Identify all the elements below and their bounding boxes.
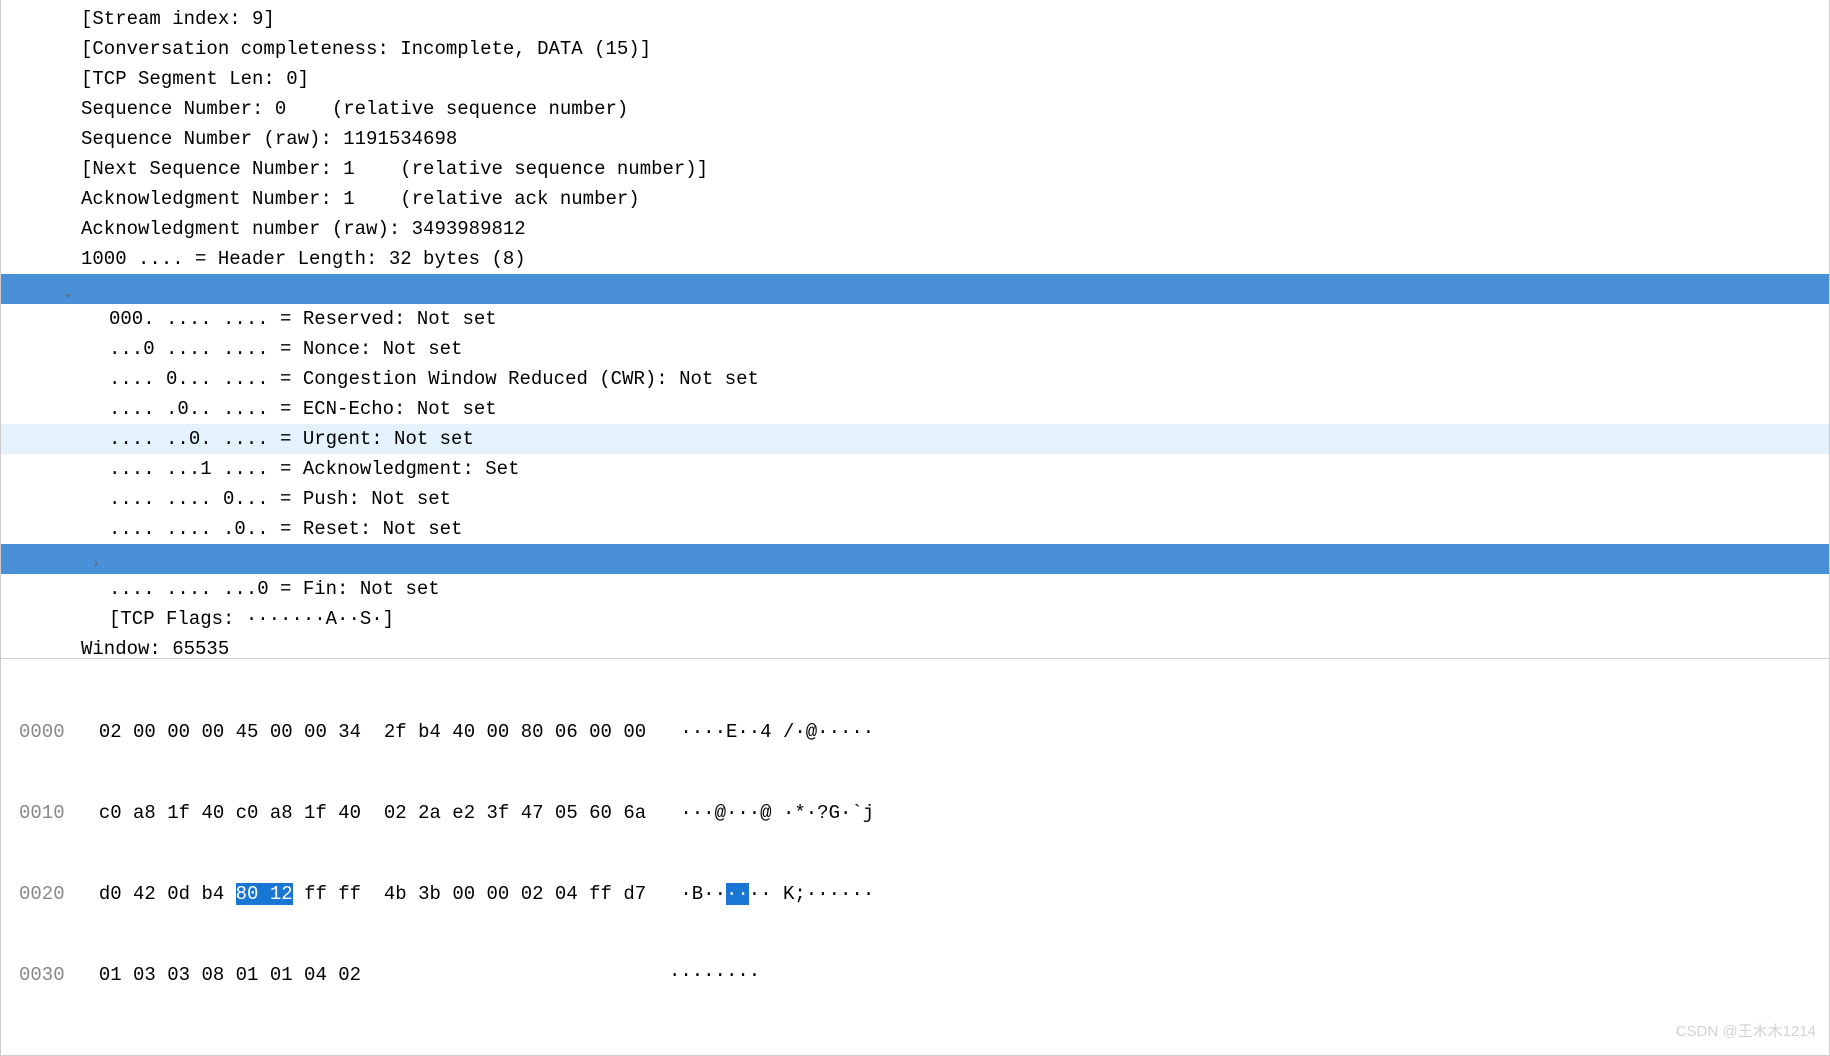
watermark: CSDN @王木木1214 xyxy=(1676,1020,1816,1041)
flag-nonce[interactable]: ...0 .... .... = Nonce: Not set xyxy=(1,334,1829,364)
hex-bytes-a: 01 03 03 08 01 01 04 02 xyxy=(99,964,361,986)
wireshark-detail-view: [Stream index: 9] [Conversation complete… xyxy=(0,0,1830,1056)
flag-ecn-echo[interactable]: .... .0.. .... = ECN-Echo: Not set xyxy=(1,394,1829,424)
hex-pre: d0 42 0d b4 xyxy=(99,883,236,905)
hex-post: ff ff xyxy=(293,883,361,905)
hex-ascii-pre: ·B·· xyxy=(680,883,726,905)
field-next-sequence-number[interactable]: [Next Sequence Number: 1 (relative seque… xyxy=(1,154,1829,184)
flag-reserved[interactable]: 000. .... .... = Reserved: Not set xyxy=(1,304,1829,334)
hex-ascii: ········ xyxy=(669,964,760,986)
hex-bytes-b: 4b 3b 00 00 02 04 ff d7 xyxy=(384,883,646,905)
hex-ascii: ···@···@ ·*·?G·`j xyxy=(680,802,874,824)
field-header-length[interactable]: 1000 .... = Header Length: 32 bytes (8) xyxy=(1,244,1829,274)
hex-offset: 0000 xyxy=(19,721,65,743)
field-sequence-number-raw[interactable]: Sequence Number (raw): 1191534698 xyxy=(1,124,1829,154)
packet-bytes-pane[interactable]: 0000 02 00 00 00 45 00 00 34 2f b4 40 00… xyxy=(0,659,1830,1056)
field-tcp-segment-len[interactable]: [TCP Segment Len: 0] xyxy=(1,64,1829,94)
hex-selected-bytes: 80 12 xyxy=(236,883,293,905)
field-sequence-number[interactable]: Sequence Number: 0 (relative sequence nu… xyxy=(1,94,1829,124)
field-conversation-completeness[interactable]: [Conversation completeness: Incomplete, … xyxy=(1,34,1829,64)
field-flags-header[interactable]: ⌄Flags: 0x012 (SYN, ACK) xyxy=(1,274,1829,304)
hex-row-0010[interactable]: 0010 c0 a8 1f 40 c0 a8 1f 40 02 2a e2 3f… xyxy=(1,800,1829,827)
hex-row-0030[interactable]: 0030 01 03 03 08 01 01 04 02 ········ xyxy=(1,962,1829,989)
flag-urgent[interactable]: .... ..0. .... = Urgent: Not set xyxy=(1,424,1829,454)
hex-row-0020[interactable]: 0020 d0 42 0d b4 80 12 ff ff 4b 3b 00 00… xyxy=(1,881,1829,908)
flag-push[interactable]: .... .... 0... = Push: Not set xyxy=(1,484,1829,514)
flag-reset[interactable]: .... .... .0.. = Reset: Not set xyxy=(1,514,1829,544)
field-acknowledgment-number[interactable]: Acknowledgment Number: 1 (relative ack n… xyxy=(1,184,1829,214)
hex-ascii-selected: ·· xyxy=(726,883,749,905)
hex-offset: 0030 xyxy=(19,964,65,986)
flag-acknowledgment[interactable]: .... ...1 .... = Acknowledgment: Set xyxy=(1,454,1829,484)
hex-ascii: ····E··4 /·@····· xyxy=(680,721,874,743)
field-stream-index[interactable]: [Stream index: 9] xyxy=(1,4,1829,34)
hex-bytes-b: 2f b4 40 00 80 06 00 00 xyxy=(384,721,646,743)
hex-offset: 0010 xyxy=(19,802,65,824)
hex-row-0000[interactable]: 0000 02 00 00 00 45 00 00 34 2f b4 40 00… xyxy=(1,719,1829,746)
hex-bytes-a: 02 00 00 00 45 00 00 34 xyxy=(99,721,361,743)
field-window[interactable]: Window: 65535 xyxy=(1,634,1829,654)
hex-offset: 0020 xyxy=(19,883,65,905)
hex-bytes-a: c0 a8 1f 40 c0 a8 1f 40 xyxy=(99,802,361,824)
flag-syn[interactable]: ›.... .... ..1. = Syn: Set xyxy=(1,544,1829,574)
hex-bytes-b: 02 2a e2 3f 47 05 60 6a xyxy=(384,802,646,824)
field-acknowledgment-number-raw[interactable]: Acknowledgment number (raw): 3493989812 xyxy=(1,214,1829,244)
hex-ascii-post: ·· K;······ xyxy=(749,883,874,905)
packet-details-tree[interactable]: [Stream index: 9] [Conversation complete… xyxy=(0,0,1830,659)
flag-cwr[interactable]: .... 0... .... = Congestion Window Reduc… xyxy=(1,364,1829,394)
flag-fin[interactable]: .... .... ...0 = Fin: Not set xyxy=(1,574,1829,604)
flag-summary[interactable]: [TCP Flags: ·······A··S·] xyxy=(1,604,1829,634)
